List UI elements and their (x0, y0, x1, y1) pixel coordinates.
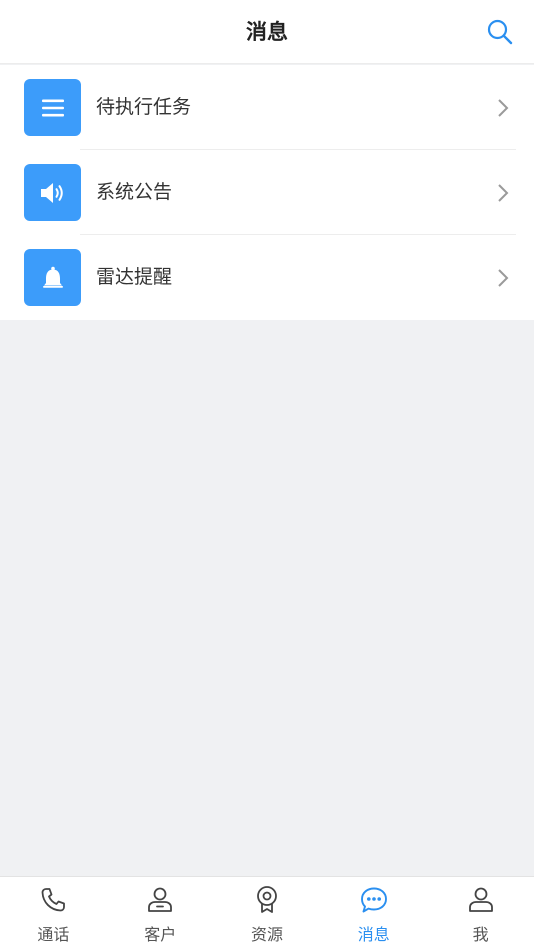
announcements-icon-tile (24, 164, 81, 221)
list-item-radar-reminder[interactable]: 雷达提醒 (0, 235, 534, 320)
user-icon (468, 887, 493, 912)
list-item-label: 待执行任务 (96, 96, 192, 118)
resource-icon (257, 886, 277, 913)
top-bar: 消息 (0, 0, 534, 64)
list-item-system-announcements[interactable]: 系统公告 (0, 150, 534, 235)
tab-calls[interactable]: 通话 (0, 877, 107, 950)
tab-label: 通话 (37, 925, 70, 944)
chevron-right-icon (498, 269, 509, 287)
chevron-right-icon (498, 99, 509, 117)
tab-messages[interactable]: 消息 (320, 877, 427, 950)
bottom-tab-bar: 通话 客户 资源 消息 我 (0, 876, 534, 950)
tab-label: 我 (472, 925, 489, 944)
tab-label: 消息 (357, 925, 390, 944)
tab-me[interactable]: 我 (427, 877, 534, 950)
chat-icon (360, 887, 387, 913)
pending-tasks-icon-tile (24, 79, 81, 136)
list-item-label: 系统公告 (96, 181, 173, 203)
tab-customers[interactable]: 客户 (107, 877, 214, 950)
bell-icon (42, 266, 63, 288)
radar-reminder-icon-tile (24, 249, 81, 306)
list-item-pending-tasks[interactable]: 待执行任务 (0, 65, 534, 150)
tab-label: 资源 (250, 925, 283, 944)
tab-resources[interactable]: 资源 (214, 877, 321, 950)
list-icon (41, 99, 64, 116)
phone-icon (41, 888, 66, 912)
list-item-label: 雷达提醒 (96, 266, 173, 288)
chevron-right-icon (498, 184, 509, 202)
page-title: 消息 (246, 20, 288, 44)
search-button[interactable] (486, 18, 514, 46)
customer-icon (148, 887, 173, 912)
speaker-icon (40, 182, 63, 203)
tab-label: 客户 (144, 925, 177, 944)
search-icon (487, 19, 513, 45)
message-category-list: 待执行任务 系统公告 雷达提醒 (0, 65, 534, 320)
